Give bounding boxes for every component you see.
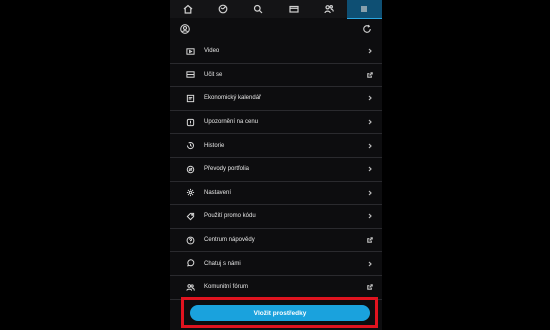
app-screen: Video Učit se Ekonomický kalendář Upozorněn…	[170, 0, 382, 330]
menu-item-label: Centrum nápovědy	[204, 237, 255, 244]
nav-wallet[interactable]	[276, 0, 311, 18]
menu-item-trail	[366, 94, 374, 102]
menu-item-forum[interactable]: Komunitní fórum	[170, 276, 382, 300]
menu-item-icon-wrap	[184, 116, 196, 128]
transfer-icon	[186, 165, 194, 174]
menu-item-help[interactable]: Centrum nápovědy	[170, 229, 382, 253]
avatar-icon[interactable]	[180, 24, 190, 34]
menu-item-promo[interactable]: Použití promo kódu	[170, 205, 382, 229]
menu-icon	[361, 6, 368, 12]
portfolio-icon	[218, 4, 228, 14]
chevron-right-icon	[368, 166, 372, 172]
menu-item-trail	[366, 47, 374, 55]
menu-item-label: Upozornění na cenu	[204, 119, 259, 126]
menu-item-trail	[366, 260, 374, 268]
refresh-icon[interactable]	[362, 24, 372, 34]
external-link-icon	[367, 237, 373, 243]
menu-item-label: Video	[204, 48, 220, 55]
video-icon	[185, 48, 195, 55]
top-navigation	[170, 0, 382, 19]
menu-item-settings[interactable]: Nastavení	[170, 182, 382, 206]
menu-item-video[interactable]: Video	[170, 40, 382, 64]
menu-header	[170, 18, 382, 40]
menu-item-trail	[366, 165, 374, 173]
menu-item-icon-wrap	[184, 187, 196, 199]
menu-item-trail	[366, 283, 374, 291]
menu-item-label: Ekonomický kalendář	[204, 95, 262, 102]
menu-item-learn[interactable]: Učit se	[170, 64, 382, 88]
menu-item-label: Učit se	[204, 71, 223, 78]
deposit-highlight: Vložit prostředky	[181, 297, 378, 328]
learn-icon	[185, 71, 195, 79]
menu-item-trail	[366, 189, 374, 197]
menu-item-trail	[366, 71, 374, 79]
nav-portfolio[interactable]	[205, 0, 240, 18]
menu-item-trail	[366, 142, 374, 150]
nav-community[interactable]	[311, 0, 346, 18]
chat-icon	[186, 259, 194, 267]
nav-search[interactable]	[241, 0, 276, 18]
forum-icon	[185, 283, 195, 291]
menu-item-transfer[interactable]: Převody portfolia	[170, 158, 382, 182]
menu-item-trail	[366, 236, 374, 244]
menu-item-icon-wrap	[184, 45, 196, 57]
promo-icon	[186, 212, 194, 221]
chevron-right-icon	[368, 190, 372, 196]
settings-icon	[186, 189, 194, 197]
menu-item-icon-wrap	[184, 258, 196, 270]
community-icon	[324, 4, 334, 14]
home-icon	[183, 4, 193, 14]
nav-menu[interactable]	[346, 0, 382, 19]
menu-item-label: Historie	[204, 142, 225, 149]
help-icon	[186, 236, 194, 244]
menu-item-chat[interactable]: Chatuj s námi	[170, 252, 382, 276]
wallet-icon	[289, 5, 299, 13]
price-alert-icon	[186, 118, 194, 126]
menu-item-trail	[366, 118, 374, 126]
chevron-right-icon	[368, 96, 372, 101]
deposit-funds-button[interactable]: Vložit prostředky	[190, 305, 370, 321]
menu-item-trail	[366, 212, 374, 220]
nav-home[interactable]	[170, 0, 205, 18]
menu-item-label: Nastavení	[204, 189, 232, 196]
search-icon	[254, 4, 263, 14]
menu-item-price-alert[interactable]: Upozornění na cenu	[170, 111, 382, 135]
menu-item-label: Převody portfolia	[204, 166, 250, 173]
external-link-icon	[367, 284, 373, 291]
menu-item-icon-wrap	[184, 69, 196, 81]
external-link-icon	[367, 72, 373, 78]
chevron-right-icon	[368, 48, 372, 54]
calendar-icon	[186, 94, 194, 103]
menu-item-label: Chatuj s námi	[204, 260, 241, 267]
menu-item-history[interactable]: Historie	[170, 134, 382, 158]
chevron-right-icon	[368, 261, 372, 267]
chevron-right-icon	[368, 214, 372, 219]
chevron-right-icon	[368, 119, 372, 125]
history-icon	[186, 142, 194, 150]
menu-item-icon-wrap	[184, 163, 196, 175]
menu-item-icon-wrap	[184, 92, 196, 104]
menu-item-label: Použití promo kódu	[204, 213, 256, 220]
menu-item-icon-wrap	[184, 234, 196, 246]
menu-item-calendar[interactable]: Ekonomický kalendář	[170, 87, 382, 111]
menu-item-label: Komunitní fórum	[204, 284, 249, 291]
menu-item-icon-wrap	[184, 140, 196, 152]
chevron-right-icon	[368, 143, 372, 149]
menu-item-icon-wrap	[184, 210, 196, 222]
menu-item-icon-wrap	[184, 281, 196, 293]
menu-list: Video Učit se Ekonomický kalendář Upozorněn…	[170, 40, 382, 300]
